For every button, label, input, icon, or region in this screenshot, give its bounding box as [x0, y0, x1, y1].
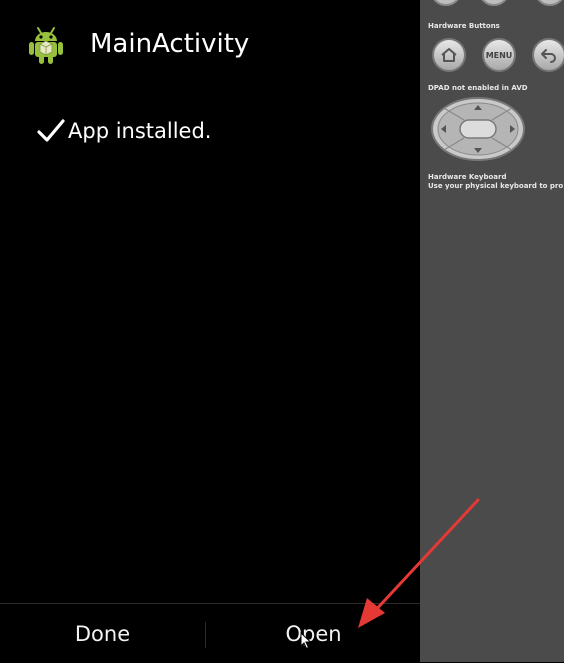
emulator-top-button[interactable] — [534, 0, 564, 6]
done-button[interactable]: Done — [0, 604, 205, 663]
hardware-keyboard-label: Hardware Keyboard — [428, 173, 507, 181]
mouse-cursor-icon — [300, 632, 312, 650]
dpad-label: DPAD not enabled in AVD — [428, 84, 528, 92]
device-screen: MainActivity App installed. Done Open — [0, 0, 420, 662]
open-button[interactable]: Open — [207, 604, 420, 663]
action-bar: Done Open — [0, 603, 420, 663]
emulator-top-button[interactable] — [430, 0, 462, 6]
back-arrow-icon — [541, 49, 556, 63]
home-icon — [441, 48, 457, 62]
dpad-control[interactable] — [430, 96, 526, 162]
app-header: MainActivity — [0, 0, 420, 92]
emulator-controls-panel: Hardware Buttons MENU DPAD not enabled i… — [420, 0, 564, 662]
page-title: MainActivity — [90, 29, 250, 59]
menu-button[interactable]: MENU — [482, 38, 516, 72]
status-text: App installed. — [68, 119, 212, 143]
hardware-keyboard-hint: Use your physical keyboard to pro — [428, 182, 564, 190]
hardware-buttons-label: Hardware Buttons — [428, 22, 500, 30]
button-divider — [205, 622, 206, 648]
back-button[interactable] — [532, 38, 564, 72]
checkmark-icon — [37, 119, 65, 142]
home-button[interactable] — [432, 38, 466, 72]
android-robot-icon — [29, 27, 63, 64]
emulator-top-button[interactable] — [478, 0, 510, 6]
